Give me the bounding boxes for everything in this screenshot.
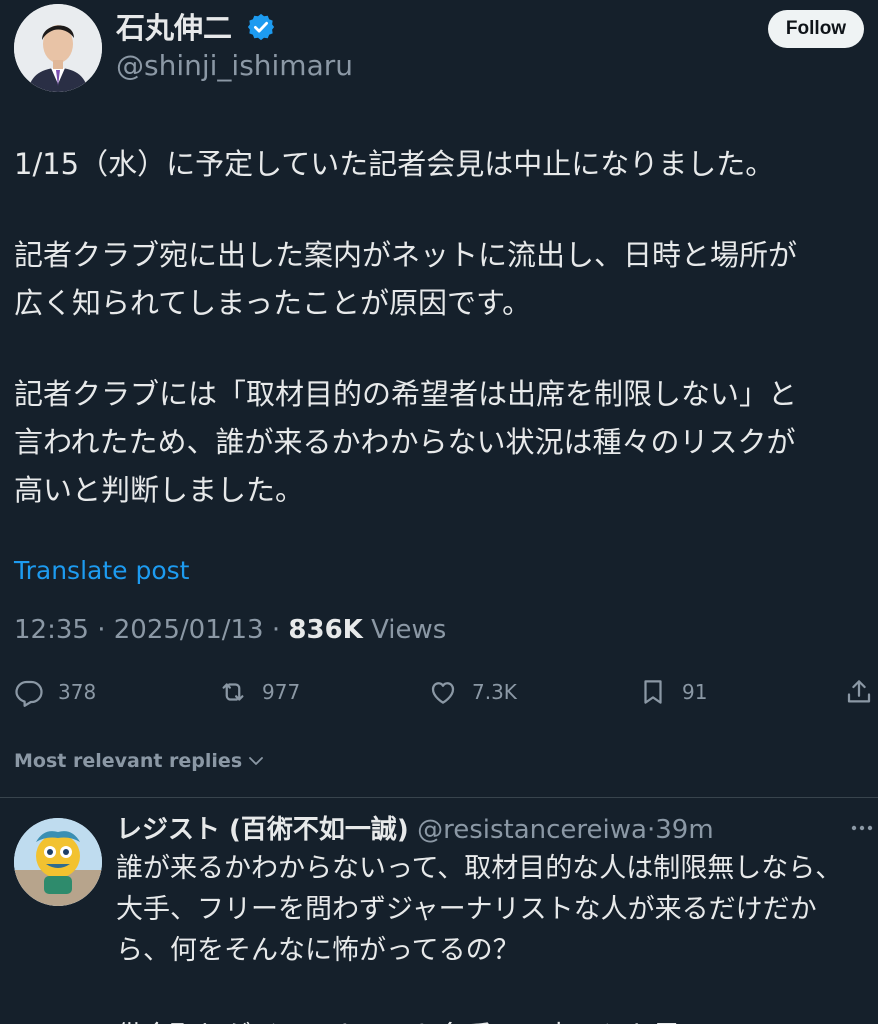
- post-time[interactable]: 12:35: [14, 615, 89, 645]
- views-count: 836K: [288, 615, 363, 645]
- translate-post-link[interactable]: Translate post: [14, 554, 189, 588]
- post-detail-page: 石丸伸二 @shinji_ishimaru Follow 1/15（水）に予定し…: [0, 0, 878, 1024]
- post-paragraph: 記者クラブ宛に出した案内がネットに流出し、日時と場所が 広く知られてしまったこと…: [14, 231, 864, 327]
- verified-badge-icon: [248, 13, 275, 41]
- author-display-name[interactable]: 石丸伸二: [116, 11, 232, 45]
- like-count: 7.3K: [472, 680, 517, 704]
- bookmark-button[interactable]: 91: [638, 672, 707, 712]
- author-handle[interactable]: @shinji_ishimaru: [116, 48, 353, 84]
- reply-count: 378: [58, 680, 97, 704]
- share-button[interactable]: [844, 672, 874, 712]
- reply-line: ら、何をそんなに怖がってるの？: [116, 935, 520, 966]
- post-line: 広く知られてしまったことが原因です。: [14, 286, 532, 320]
- replies-sort-label: Most relevant replies: [14, 750, 243, 772]
- reply-line: 誰が来るかわからないって、取材目的な人は制限無しなら、: [116, 853, 843, 884]
- meta-separator: ·: [271, 615, 281, 645]
- meta-separator: ·: [97, 615, 106, 645]
- author-avatar-image: [14, 4, 102, 92]
- post-line: 高いと判断しました。: [14, 473, 305, 507]
- views-label: Views: [371, 615, 447, 645]
- reply-line: 借金取りがジャーナリスト名乗って来るとか思ってる？: [116, 1016, 876, 1024]
- reply-text: 誰が来るかわからないって、取材目的な人は制限無しなら、 大手、フリーを問わずジャ…: [116, 848, 876, 1024]
- share-icon: [847, 680, 871, 703]
- reply-avatar[interactable]: [14, 818, 102, 906]
- divider: [0, 797, 878, 798]
- reply-display-name[interactable]: レジスト (百術不如一誠): [116, 815, 409, 845]
- reply-line: 大手、フリーを問わずジャーナリストな人が来るだけだか: [116, 894, 817, 925]
- post-line: 記者クラブには「取材目的の希望者は出席を制限しない」と: [14, 377, 798, 411]
- reply-button[interactable]: 378: [14, 672, 96, 712]
- repost-button[interactable]: 977: [218, 672, 300, 712]
- author-name-row: 石丸伸二: [116, 10, 276, 46]
- more-icon: [851, 825, 873, 831]
- reply-avatar-image: [14, 818, 102, 906]
- reply-time[interactable]: 39m: [655, 815, 713, 845]
- follow-button[interactable]: Follow: [768, 10, 864, 48]
- reply-blank-line: [116, 971, 876, 1016]
- action-bar: 378 977 7.3K 91: [0, 672, 878, 712]
- post-paragraph: 記者クラブには「取材目的の希望者は出席を制限しない」と 言われたため、誰が来るか…: [14, 370, 864, 514]
- post-paragraph: 1/15（水）に予定していた記者会見は中止になりました。: [14, 140, 864, 188]
- like-button[interactable]: 7.3K: [428, 672, 517, 712]
- repost-count: 977: [262, 680, 301, 704]
- reply-header: レジスト (百術不如一誠) @resistancereiwa·39m: [116, 812, 714, 848]
- post-line: 1/15（水）に予定していた記者会見は中止になりました。: [14, 147, 775, 181]
- meta-separator: ·: [646, 815, 656, 845]
- author-avatar[interactable]: [14, 4, 102, 92]
- heart-icon: [431, 682, 455, 704]
- post-meta: 12:35 · 2025/01/13 · 836K Views: [14, 612, 446, 648]
- post-line: 言われたため、誰が来るかわからない状況は種々のリスクが: [14, 425, 796, 459]
- repost-icon: [222, 683, 244, 701]
- reply-icon: [15, 680, 43, 707]
- bookmark-icon: [644, 680, 662, 704]
- reply-more-button[interactable]: [848, 818, 876, 838]
- chevron-down-icon: [249, 757, 264, 765]
- post-date[interactable]: 2025/01/13: [114, 615, 264, 645]
- post-text: 1/15（水）に予定していた記者会見は中止になりました。 記者クラブ宛に出した案…: [14, 140, 864, 514]
- post-line: 記者クラブ宛に出した案内がネットに流出し、日時と場所が: [14, 238, 798, 272]
- replies-sort-dropdown[interactable]: Most relevant replies: [14, 746, 266, 776]
- reply-handle[interactable]: @resistancereiwa: [417, 815, 647, 845]
- bookmark-count: 91: [682, 680, 708, 704]
